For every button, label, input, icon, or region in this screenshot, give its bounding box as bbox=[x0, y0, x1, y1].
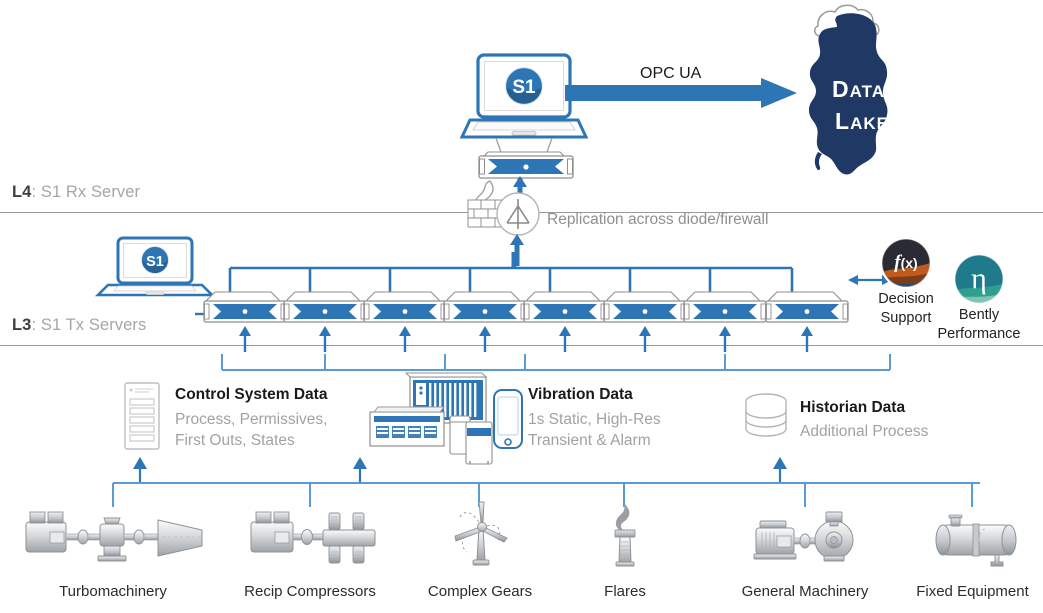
rx-laptop-badge-text: S1 bbox=[512, 77, 536, 98]
tx-server-8 bbox=[765, 291, 849, 323]
data-lake-shape: DATA LAKE bbox=[809, 4, 888, 175]
recip-compressor-icon bbox=[250, 511, 376, 564]
level-tag-l3: L3 bbox=[12, 316, 32, 334]
equipment-label-general-machinery: General Machinery bbox=[741, 583, 869, 600]
tx-server-1 bbox=[203, 291, 287, 323]
historian-data-sub1: Additional Process bbox=[800, 423, 929, 440]
vibration-data-sub: 1s Static, High-Res Transient & Alarm bbox=[528, 409, 661, 451]
equipment-label-turbomachinery: Turbomachinery bbox=[59, 583, 167, 600]
riser-bus-to-diode bbox=[510, 234, 524, 266]
tx-server-2 bbox=[283, 291, 367, 323]
architecture-diagram: L4: S1 Rx Server L3: S1 Tx Servers S1 OP… bbox=[0, 0, 1043, 613]
opc-ua-label: OPC UA bbox=[640, 65, 702, 82]
firewall-label: Replication across diode/firewall bbox=[547, 211, 769, 228]
database-cylinder-icon bbox=[745, 393, 787, 437]
bently-performance-caption: Bently Performance bbox=[925, 306, 1033, 344]
bently-performance-line2: Performance bbox=[937, 326, 1021, 342]
equipment-bus bbox=[112, 457, 980, 507]
tx-console-laptop: S1 bbox=[94, 236, 216, 297]
source-collection-bus bbox=[221, 354, 891, 371]
tx-server-7 bbox=[683, 291, 767, 323]
control-system-data-title: Control System Data bbox=[175, 386, 328, 403]
control-system-data-sub1: Process, Permissives, bbox=[175, 411, 328, 428]
vibration-data-sub2: Transient & Alarm bbox=[528, 432, 651, 449]
level-name-l4: S1 Rx Server bbox=[36, 183, 141, 201]
equipment-label-fixed-equipment: Fixed Equipment bbox=[916, 583, 1029, 600]
level-label-l3: L3: S1 Tx Servers bbox=[12, 316, 146, 335]
vibration-data-title: Vibration Data bbox=[528, 386, 633, 403]
diode-firewall-icon bbox=[467, 180, 540, 236]
eta-glyph: η bbox=[971, 262, 987, 295]
control-system-data-sub: Process, Permissives, First Outs, States bbox=[175, 409, 327, 451]
level-label-l4: L4: S1 Rx Server bbox=[12, 183, 140, 202]
rx-server-laptop: S1 bbox=[459, 53, 589, 179]
bently-performance-line1: Bently bbox=[958, 307, 1000, 323]
flare-stack-icon bbox=[614, 504, 636, 567]
wind-turbine-icon bbox=[454, 501, 508, 566]
level-tag-l4: L4 bbox=[12, 183, 32, 201]
tx-server-6 bbox=[603, 291, 687, 323]
turbine-train-icon bbox=[25, 511, 203, 562]
fx-glyph: f(x) bbox=[894, 252, 917, 273]
server-tower-icon bbox=[124, 382, 160, 450]
historian-data-sub: Additional Process bbox=[800, 421, 928, 442]
equipment-label-recip-compressors: Recip Compressors bbox=[244, 583, 376, 600]
level-name-l3: S1 Tx Servers bbox=[36, 316, 147, 334]
historian-data-title: Historian Data bbox=[800, 399, 906, 416]
pressure-vessel-icon bbox=[935, 514, 1017, 567]
vibration-rack-icon bbox=[369, 372, 523, 465]
control-system-data-sub2: First Outs, States bbox=[175, 432, 295, 449]
tx-server-5 bbox=[523, 291, 607, 323]
equipment-label-flares: Flares bbox=[604, 583, 646, 600]
eta-icon: η bbox=[953, 253, 1005, 305]
vibration-data-sub1: 1s Static, High-Res bbox=[528, 411, 661, 428]
tx-laptop-badge-text: S1 bbox=[146, 254, 164, 270]
equipment-label-complex-gears: Complex Gears bbox=[427, 583, 533, 600]
tx-server-4 bbox=[443, 291, 527, 323]
fx-icon: f(x) bbox=[880, 237, 932, 289]
motor-pump-icon bbox=[753, 511, 854, 562]
tx-server-3 bbox=[363, 291, 447, 323]
